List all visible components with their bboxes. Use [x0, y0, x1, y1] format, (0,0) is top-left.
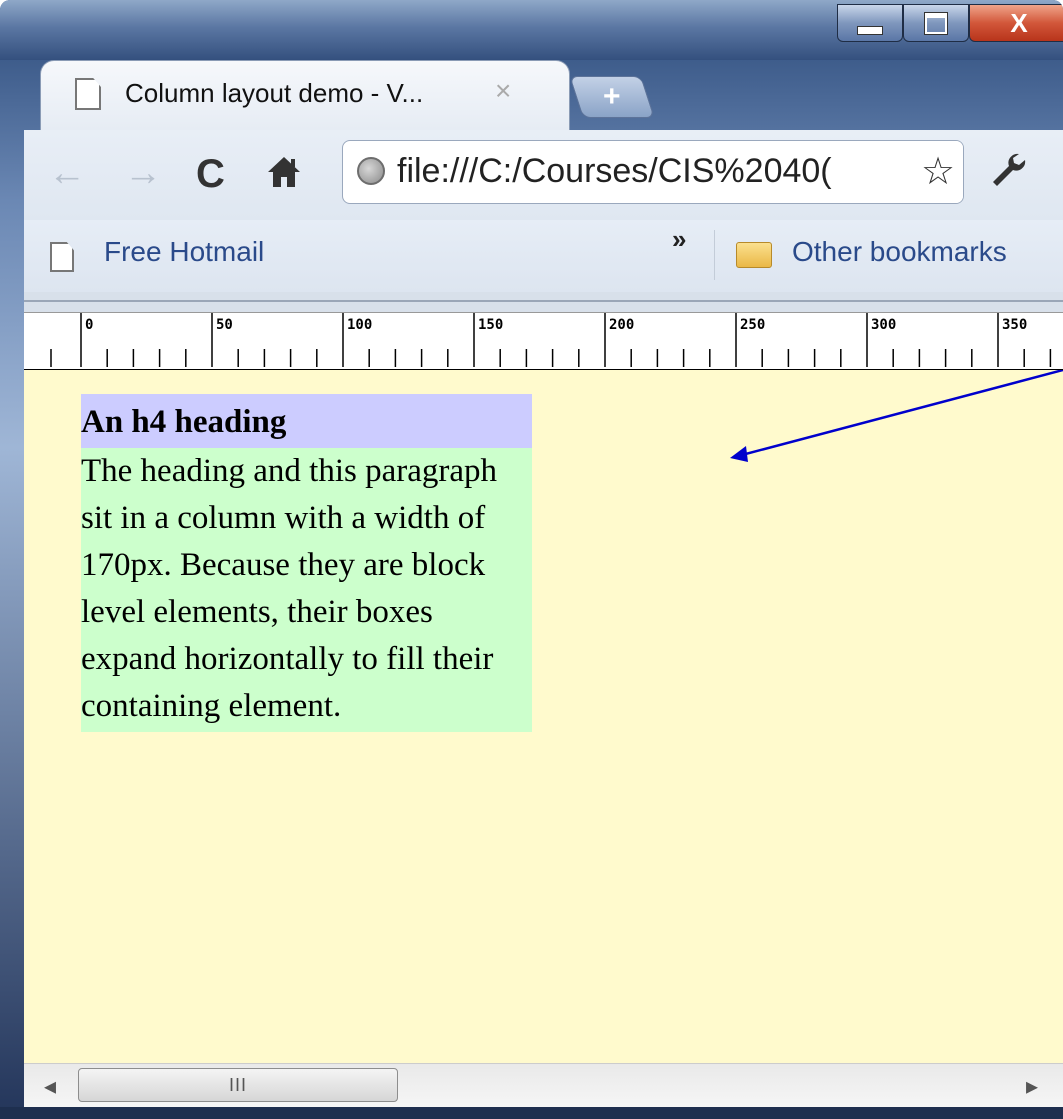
navigation-toolbar: ← → C file:///C:/Courses/CIS%2040( ☆	[24, 130, 1063, 220]
forward-button[interactable]: →	[124, 152, 162, 195]
bookmark-star-icon[interactable]: ☆	[913, 141, 963, 203]
ruler-scale: 0 50 100 150 200 250 300 350	[50, 313, 1052, 367]
back-button[interactable]: ←	[48, 152, 86, 195]
ruler-label: 0	[85, 317, 93, 333]
pixel-ruler: 0 50 100 150 200 250 300 350	[24, 312, 1063, 371]
maximize-button[interactable]	[903, 4, 969, 42]
home-icon	[268, 157, 300, 187]
wrench-icon	[993, 153, 1026, 186]
window-controls: X	[837, 4, 1063, 42]
ruler-top-edge	[24, 292, 1063, 312]
ruler-label: 300	[871, 317, 896, 333]
tab-title: Column layout demo - V...	[125, 78, 424, 108]
horizontal-scrollbar[interactable]: ◂ III ▸	[24, 1063, 1063, 1108]
ruler-label: 150	[478, 317, 503, 333]
scroll-right-arrow-icon[interactable]: ▸	[1026, 1072, 1038, 1101]
page-icon	[50, 242, 74, 272]
wrench-menu-button[interactable]	[989, 150, 1029, 200]
bookmarks-overflow-chevron[interactable]: »	[672, 224, 686, 255]
tab-close-icon[interactable]: ×	[495, 75, 511, 107]
window-bottom-border	[0, 1107, 1063, 1119]
scroll-left-arrow-icon[interactable]: ◂	[44, 1072, 56, 1101]
home-button[interactable]	[266, 152, 302, 200]
annotation-arrow	[730, 370, 1063, 462]
browser-window: X Column layout demo - V... × + ← → C fi…	[0, 0, 1063, 1119]
title-bar: X	[0, 0, 1063, 60]
page-icon	[75, 78, 101, 110]
folder-icon	[736, 242, 772, 268]
reload-button[interactable]: C	[196, 152, 225, 197]
column-paragraph: The heading and this paragraph sit in a …	[81, 448, 532, 732]
url-text[interactable]: file:///C:/Courses/CIS%2040(	[397, 152, 832, 191]
globe-icon	[357, 157, 385, 185]
ruler-label: 100	[347, 317, 372, 333]
minimize-button[interactable]	[837, 4, 903, 42]
ruler-label: 200	[609, 317, 634, 333]
address-bar[interactable]: file:///C:/Courses/CIS%2040( ☆	[342, 140, 964, 204]
new-tab-button[interactable]: +	[569, 76, 655, 118]
maximize-icon	[924, 11, 948, 35]
ruler-label: 350	[1002, 317, 1027, 333]
close-window-button[interactable]: X	[969, 4, 1063, 42]
ruler-label: 50	[216, 317, 233, 333]
bookmarks-bar: Free Hotmail » Other bookmarks	[24, 220, 1063, 293]
plus-icon: +	[603, 80, 621, 113]
other-bookmarks-folder[interactable]: Other bookmarks	[792, 236, 1007, 268]
divider	[714, 230, 715, 280]
bookmark-free-hotmail[interactable]: Free Hotmail	[104, 236, 264, 268]
minimize-icon	[857, 25, 883, 35]
close-icon: X	[1010, 7, 1028, 38]
ruler-label: 250	[740, 317, 765, 333]
page-content: An h4 heading The heading and this parag…	[24, 370, 1063, 1063]
tab-active[interactable]: Column layout demo - V... ×	[40, 60, 570, 130]
scrollbar-thumb[interactable]: III	[78, 1068, 398, 1102]
